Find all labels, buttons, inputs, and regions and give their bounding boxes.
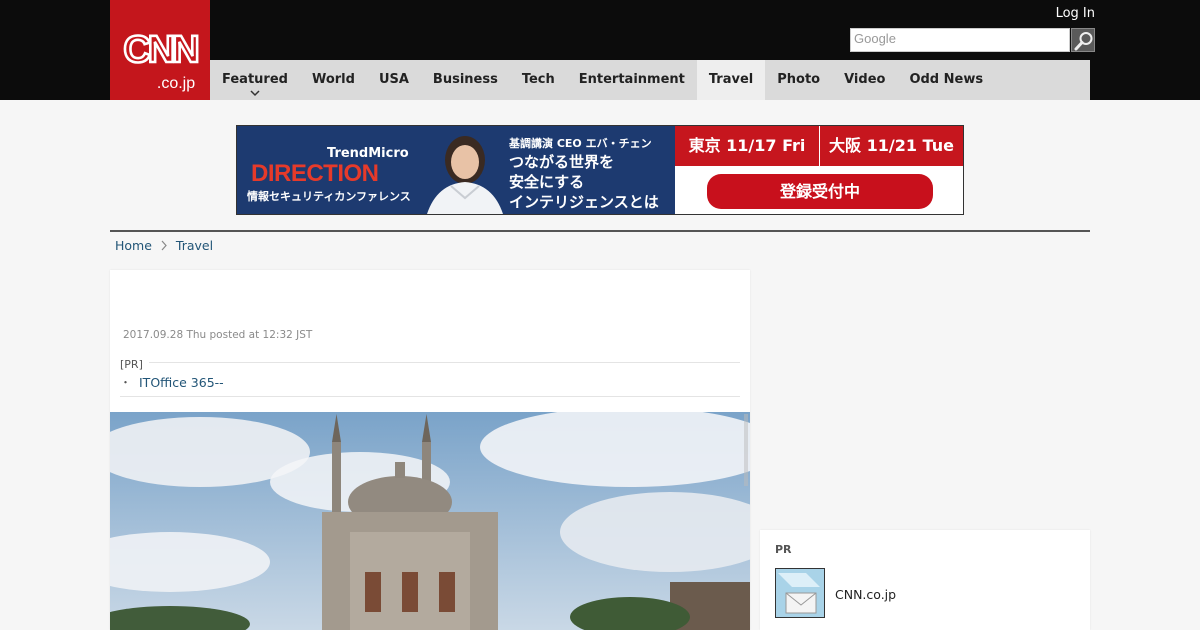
banner-speaker: 基調講演 CEO エバ・チェン	[509, 137, 652, 150]
nav-label: Entertainment	[578, 72, 685, 87]
nav-item-photo[interactable]: Photo	[765, 60, 832, 100]
posted-timestamp: 2017.09.28 Thu posted at 12:32 JST	[123, 329, 313, 341]
nav-label: Odd News	[909, 72, 984, 87]
nav-label: World	[311, 72, 355, 87]
svg-text:.co.jp: .co.jp	[157, 75, 195, 92]
banner-copy-line: 安全にする	[509, 173, 585, 191]
nav-item-odd-news[interactable]: Odd News	[897, 60, 995, 100]
breadcrumb-home[interactable]: Home	[115, 238, 152, 253]
pr-link[interactable]: ITOffice 365--	[139, 375, 224, 390]
nav-label: USA	[378, 72, 409, 87]
main-nav: Featured World USA Business Tech Enterta…	[210, 60, 1090, 100]
chevron-down-icon	[250, 90, 260, 97]
pr-divider	[120, 362, 740, 363]
banner-copy-line: インテリジェンスとは	[509, 193, 659, 211]
bullet: ・	[120, 376, 131, 389]
breadcrumb: Home Travel	[115, 238, 213, 253]
cnn-logo-mark: CNN .co.jp	[122, 28, 201, 92]
nav-label: Photo	[777, 72, 821, 87]
banner-date-osaka: 大阪 11/21 Tue	[820, 126, 963, 166]
sidebar-pr-card: PR CNN.co.jp	[760, 530, 1090, 630]
banner-date-tokyo: 東京 11/17 Fri	[675, 126, 819, 166]
chevron-right-icon	[161, 240, 167, 251]
mosque-photo	[110, 412, 750, 630]
banner-copy: つながる世界を 安全にする インテリジェンスとは	[509, 152, 659, 212]
email-icon	[776, 569, 824, 617]
banner-right-panel: 東京 11/17 Fri 大阪 11/21 Tue 登録受付中	[675, 126, 963, 214]
pr-link-row: ・ ITOffice 365--	[120, 374, 224, 390]
nav-label: Tech	[521, 72, 555, 87]
banner-subtitle: 情報セキュリティカンファレンス	[247, 190, 411, 203]
nav-label: Featured	[222, 72, 288, 87]
banner-event-title: DIRECTION	[251, 160, 379, 187]
sidebar-pr-label: PR	[775, 543, 792, 556]
photo-credit	[744, 414, 748, 486]
pr-label: [PR]	[120, 358, 149, 371]
search-icon	[1074, 32, 1093, 51]
nav-item-featured[interactable]: Featured	[210, 60, 300, 100]
banner-register-button[interactable]: 登録受付中	[707, 174, 933, 209]
nav-item-tech[interactable]: Tech	[510, 60, 567, 100]
svg-text:CNN: CNN	[123, 29, 197, 71]
nav-item-usa[interactable]: USA	[367, 60, 421, 100]
nav-item-travel[interactable]: Travel	[696, 60, 766, 100]
nav-label: Video	[844, 72, 886, 87]
login-link[interactable]: Log In	[1056, 6, 1095, 21]
breadcrumb-travel[interactable]: Travel	[176, 238, 213, 253]
nav-item-video[interactable]: Video	[832, 60, 897, 100]
sidebar-pr-title[interactable]: CNN.co.jp	[835, 587, 896, 602]
banner-copy-line: つながる世界を	[509, 153, 615, 171]
banner-left-panel: TrendMicro DIRECTION 情報セキュリティカンファレンス 基調講…	[237, 126, 675, 214]
banner-brand: TrendMicro	[327, 146, 409, 161]
sidebar-pr-thumbnail[interactable]	[775, 568, 825, 618]
section-divider	[110, 230, 1090, 232]
nav-item-business[interactable]: Business	[421, 60, 510, 100]
article-photo	[110, 412, 750, 630]
cnn-logo[interactable]: CNN .co.jp	[110, 0, 210, 100]
search-input[interactable]: Google	[850, 28, 1070, 52]
nav-item-entertainment[interactable]: Entertainment	[567, 60, 697, 100]
article-card: 2017.09.28 Thu posted at 12:32 JST [PR] …	[110, 270, 750, 630]
pr-divider	[120, 396, 740, 397]
speaker-photo	[427, 136, 503, 214]
search-button[interactable]	[1071, 28, 1095, 52]
banner-ad[interactable]: TrendMicro DIRECTION 情報セキュリティカンファレンス 基調講…	[236, 125, 964, 215]
nav-label: Business	[432, 72, 498, 87]
nav-label: Travel	[708, 72, 754, 87]
search-placeholder: Google	[854, 31, 896, 46]
nav-item-world[interactable]: World	[300, 60, 367, 100]
